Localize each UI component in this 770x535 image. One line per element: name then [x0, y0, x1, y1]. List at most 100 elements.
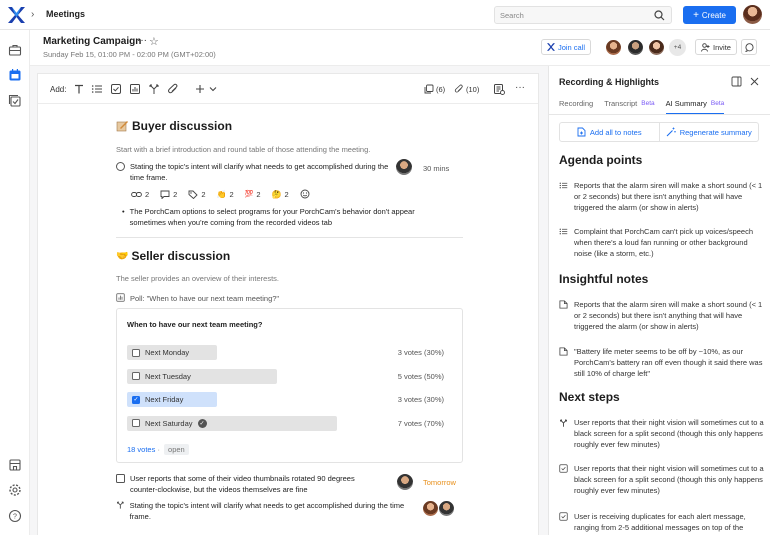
task-circle-checkbox[interactable] — [116, 162, 125, 171]
tab-transcript[interactable]: Transcript Beta — [604, 99, 654, 113]
checkbox-icon[interactable] — [110, 83, 122, 95]
search-placeholder: Search — [500, 11, 524, 20]
reaction-chip[interactable]: 🤔 2 — [272, 189, 289, 199]
invite-button[interactable]: Invite — [695, 39, 737, 55]
app-logo-icon — [546, 43, 555, 51]
participant-avatar[interactable] — [627, 39, 644, 56]
sidebar-toggle-icon[interactable] — [731, 76, 742, 87]
chat-button[interactable] — [741, 39, 757, 55]
poll-option-votes: 5 votes (50%) — [397, 371, 444, 381]
chevron-down-icon[interactable] — [207, 83, 219, 95]
reaction-count: 2 — [229, 189, 234, 199]
tab-ai-summary[interactable]: AI Summary Beta — [665, 99, 724, 114]
reaction-chip[interactable]: 👏 2 — [217, 189, 234, 199]
handshake-icon: 🤝 — [116, 250, 129, 262]
assignee-avatar[interactable] — [396, 473, 414, 491]
chat-icon — [744, 42, 754, 52]
more-participants-badge[interactable]: +4 — [669, 39, 686, 56]
list-icon[interactable] — [91, 83, 103, 95]
tabs-divider — [549, 114, 770, 115]
poll-label: Poll: — [130, 294, 145, 303]
more-icon[interactable]: ··· — [515, 82, 525, 93]
clap-emoji-icon: 👏 — [216, 189, 227, 199]
notepad-icon — [116, 121, 128, 132]
meeting-title[interactable]: Marketing Campaign — [43, 36, 141, 47]
poll-option[interactable]: Next Monday — [127, 345, 217, 360]
insight-item: "Battery life meter seems to be off by ~… — [559, 346, 764, 379]
bullet-dot: • — [122, 207, 125, 216]
more-icon[interactable]: ··· — [137, 35, 147, 46]
calendar-icon[interactable] — [8, 68, 22, 82]
create-button[interactable]: + Create — [683, 6, 736, 24]
total-votes[interactable]: 18 votes — [127, 445, 155, 454]
tags-chip[interactable]: 2 — [188, 189, 206, 199]
insight-text: Reports that the alarm siren will make a… — [574, 300, 763, 331]
notes-count[interactable]: (6) — [424, 84, 445, 94]
tab-recording[interactable]: Recording — [559, 99, 593, 113]
attachment-icon — [454, 84, 463, 93]
tasks-icon[interactable] — [8, 94, 22, 108]
poll-option[interactable]: Next Saturday ✓ — [127, 415, 337, 431]
links-chip[interactable]: 2 — [131, 189, 149, 199]
briefcase-icon[interactable] — [8, 43, 22, 57]
close-icon[interactable] — [749, 76, 760, 87]
participant-avatar[interactable] — [648, 39, 665, 56]
participant-avatar[interactable] — [422, 500, 439, 517]
plus-icon[interactable] — [194, 83, 206, 95]
regenerate-summary-button[interactable]: Regenerate summary — [658, 123, 759, 141]
attachment-icon[interactable] — [167, 83, 179, 95]
poll-option-checkbox[interactable] — [132, 419, 140, 427]
app-logo-icon[interactable] — [8, 7, 25, 23]
next-step-text: User reports that their night vision wil… — [574, 464, 764, 495]
help-icon[interactable]: ? — [8, 509, 22, 523]
join-call-button[interactable]: Join call — [541, 39, 591, 55]
participant-avatar[interactable] — [438, 500, 455, 517]
task-checkbox[interactable] — [116, 474, 125, 483]
search-icon — [654, 10, 665, 21]
comments-chip[interactable]: 2 — [160, 189, 177, 199]
poll-option-checkbox[interactable]: ✓ — [132, 395, 140, 404]
verified-check-icon: ✓ — [197, 418, 207, 428]
top-bar: › Meetings Search + Create — [0, 0, 770, 30]
decision-icon[interactable] — [148, 83, 160, 95]
next-step-item: User reports that their night vision wil… — [559, 463, 764, 496]
store-icon[interactable] — [8, 458, 22, 472]
add-all-to-notes-button[interactable]: Add all to notes — [560, 123, 659, 141]
star-icon[interactable]: ☆ — [149, 35, 159, 48]
search-input[interactable]: Search — [494, 6, 672, 24]
poll-option-checkbox[interactable] — [132, 348, 140, 357]
breadcrumb-meetings[interactable]: Meetings — [46, 9, 85, 19]
plus-icon: + — [693, 9, 699, 21]
poll-icon[interactable] — [129, 83, 141, 95]
poll-icon — [116, 293, 125, 302]
poll-option[interactable]: Next Tuesday — [127, 368, 277, 384]
attachments-count[interactable]: (10) — [454, 84, 479, 94]
agenda-icon[interactable] — [493, 83, 505, 95]
panel-tabs: Recording Transcript Beta AI Summary Beta — [559, 99, 724, 114]
poll-option-votes: 3 votes (30%) — [397, 348, 444, 357]
task-due-date[interactable]: Tomorrow — [423, 478, 456, 487]
tab-label: Transcript — [604, 99, 638, 108]
poll-footer: 18 votes · open — [127, 444, 189, 455]
poll-option-checkbox[interactable] — [132, 372, 140, 380]
poll-quote: "When to have our next team meeting?" — [146, 294, 280, 303]
text-icon[interactable] — [73, 83, 85, 95]
hundred-emoji-icon: 💯 — [244, 191, 254, 198]
user-avatar[interactable] — [743, 5, 762, 24]
gear-icon[interactable] — [8, 483, 22, 497]
add-reaction-button[interactable] — [300, 189, 310, 199]
editor-toolbar: Add: (6) (10) ··· — [38, 74, 538, 104]
task-duration: 30 mins — [423, 164, 450, 173]
next-steps-heading: Next steps — [559, 390, 620, 404]
seller-intro: The seller provides an overview of their… — [116, 274, 279, 283]
checkbox-icon — [559, 464, 568, 473]
create-label: Create — [701, 10, 726, 20]
participant-avatar[interactable] — [605, 39, 622, 56]
task-item: Stating the topic's intent will clarify … — [116, 161, 391, 183]
decision-item: Stating the topic's intent will clarify … — [116, 500, 416, 522]
assignee-avatar[interactable] — [395, 158, 413, 176]
reaction-chip[interactable]: 💯 2 — [245, 189, 261, 199]
poll-option[interactable]: ✓ Next Friday — [127, 392, 217, 407]
buyer-heading: Buyer discussion — [116, 119, 232, 133]
svg-text:?: ? — [13, 514, 17, 521]
